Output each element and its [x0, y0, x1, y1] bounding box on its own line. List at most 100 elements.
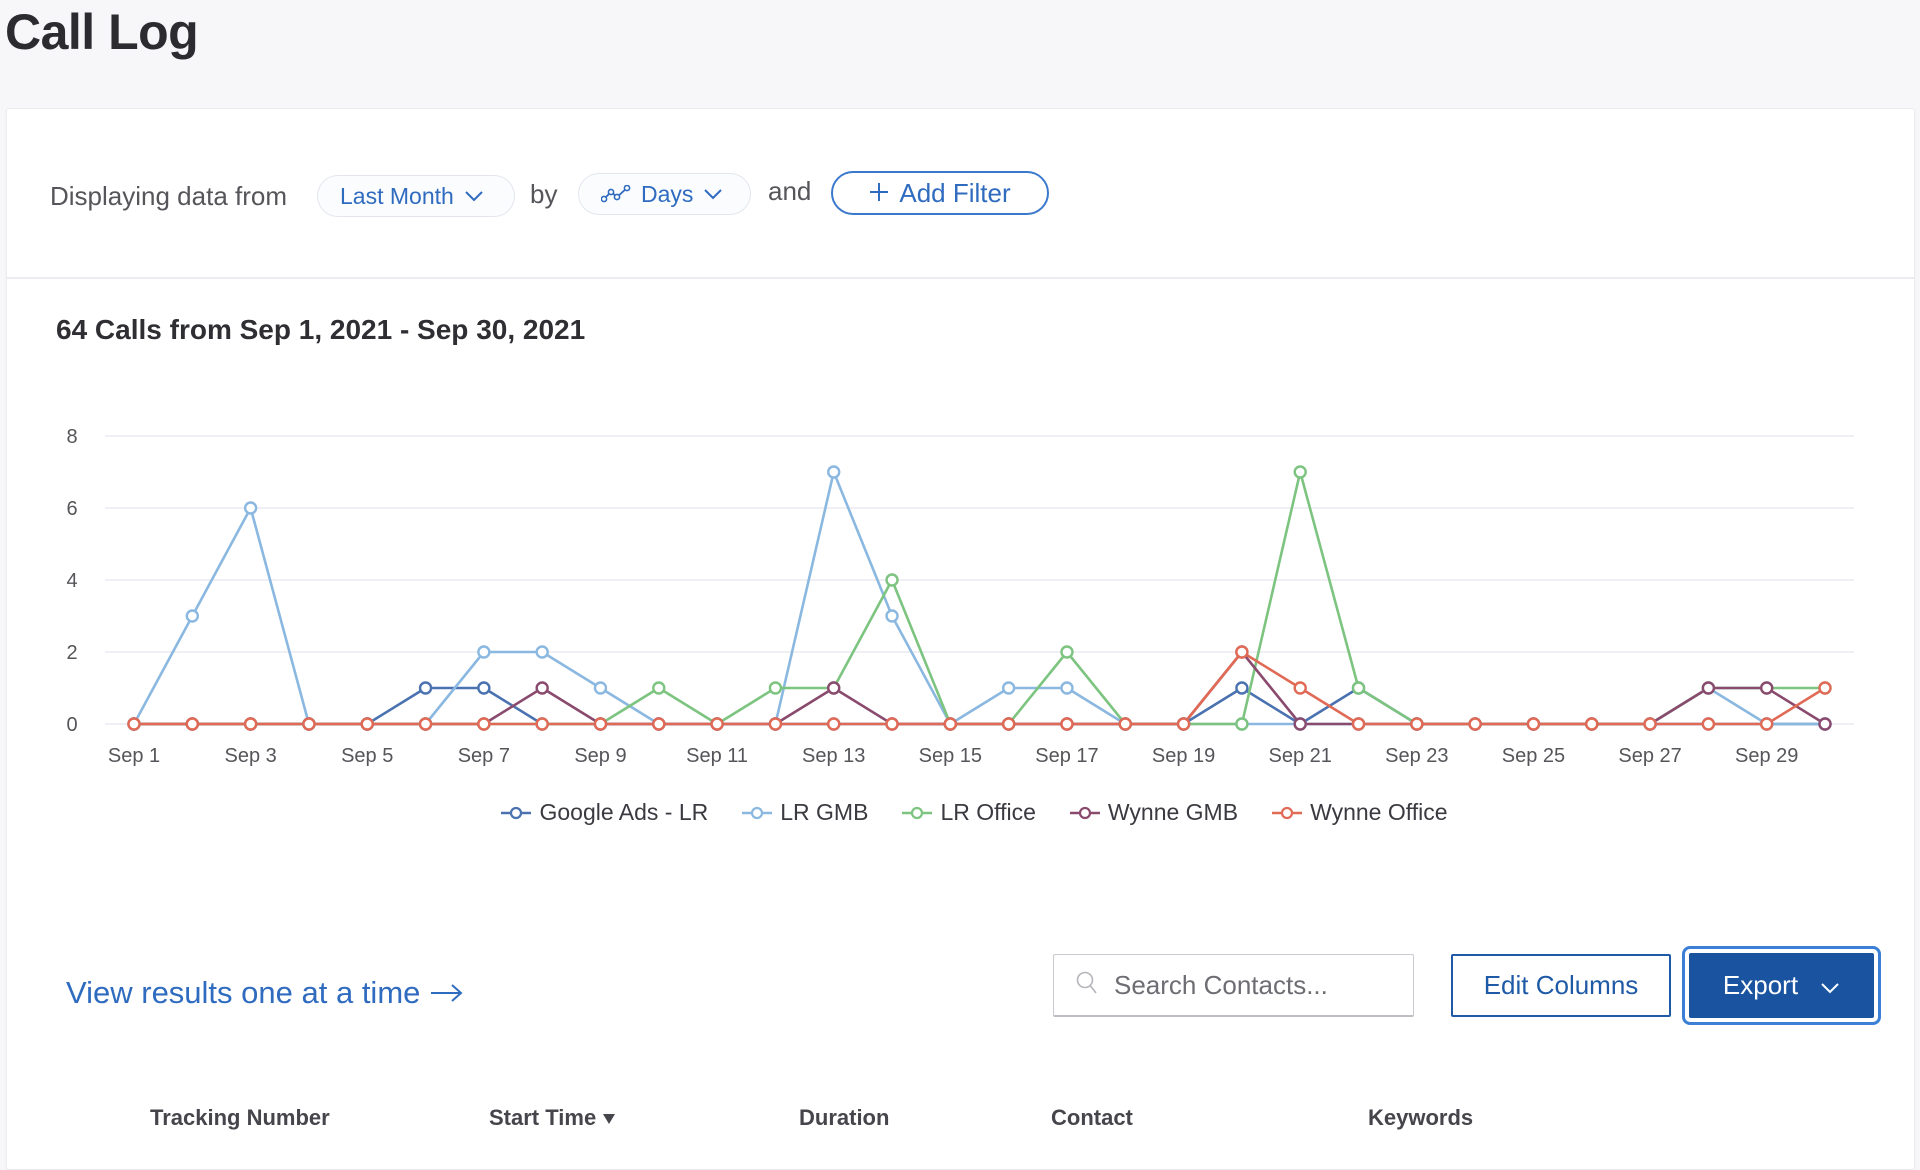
data-point: [1235, 645, 1249, 659]
column-header-label: Duration: [799, 1105, 890, 1130]
data-point: [827, 681, 841, 695]
data-point: [477, 645, 491, 659]
data-point: [1001, 717, 1016, 731]
data-point: [1060, 717, 1074, 731]
series-line-wynne-office: [134, 650, 1826, 726]
chevron-down-icon: [1820, 970, 1840, 1001]
column-header-label: Keywords: [1368, 1105, 1474, 1130]
data-point: [1235, 717, 1249, 731]
data-point: [1060, 681, 1074, 695]
x-tick-label: Sep 13: [802, 745, 865, 767]
legend-item[interactable]: Google Ads - LR: [501, 799, 708, 826]
legend-marker-icon: [902, 806, 933, 819]
data-point: [885, 573, 899, 587]
legend-item[interactable]: Wynne Office: [1272, 799, 1448, 826]
data-point: [418, 681, 433, 695]
data-point: [1585, 717, 1599, 731]
data-point: [1526, 717, 1541, 731]
chart-legend: Google Ads - LR LR GMB LR Office Wynne GMB W…: [7, 799, 1914, 826]
call-log-card: Displaying data from Last Month by Days: [6, 108, 1915, 1170]
legend-marker-icon: [1272, 806, 1303, 819]
legend-label: Google Ads - LR: [539, 799, 709, 825]
data-point: [1759, 681, 1774, 695]
series-line-lr-office: [134, 470, 1825, 726]
data-point: [1293, 717, 1307, 731]
x-tick-label: Sep 9: [574, 745, 626, 767]
legend-marker-icon: [742, 806, 773, 819]
data-point: [302, 717, 316, 731]
legend-label: Wynne GMB: [1107, 799, 1239, 825]
legend-marker-icon: [501, 806, 532, 819]
data-point: [768, 717, 783, 731]
view-results-one-at-a-time-link[interactable]: View results one at a time: [66, 975, 464, 1011]
column-header-tracking-number[interactable]: Tracking Number: [150, 1105, 330, 1131]
data-point: [1818, 681, 1832, 695]
export-label: Export: [1722, 970, 1799, 1000]
search-contacts-field[interactable]: [1053, 954, 1414, 1017]
arrow-right-icon: [430, 975, 464, 1011]
data-point: [1468, 717, 1482, 731]
legend-label: Wynne Office: [1310, 799, 1448, 825]
data-point: [1410, 717, 1424, 731]
data-point: [885, 717, 899, 731]
edit-columns-button[interactable]: Edit Columns: [1451, 954, 1671, 1017]
data-point: [1001, 681, 1016, 695]
data-point: [1643, 717, 1657, 731]
data-point: [710, 717, 724, 731]
data-point: [477, 717, 491, 731]
search-contacts-input[interactable]: [1112, 968, 1396, 1002]
x-tick-label: Sep 21: [1269, 745, 1332, 767]
data-point: [593, 717, 608, 731]
y-tick-label: 0: [66, 714, 77, 736]
data-point: [652, 717, 666, 731]
series-line-wynne-gmb: [134, 650, 1826, 726]
legend-item[interactable]: Wynne GMB: [1069, 799, 1239, 826]
y-tick-label: 6: [66, 498, 77, 520]
data-point: [1293, 681, 1307, 695]
data-point: [1060, 645, 1074, 659]
x-tick-label: Sep 3: [224, 745, 276, 767]
data-point: [1118, 717, 1132, 731]
column-header-contact[interactable]: Contact: [1051, 1105, 1133, 1131]
legend-item[interactable]: LR Office: [902, 799, 1036, 826]
x-tick-label: Sep 29: [1735, 745, 1798, 767]
data-point: [827, 717, 841, 731]
data-point: [1235, 681, 1249, 695]
column-header-duration[interactable]: Duration: [799, 1105, 889, 1131]
data-point: [1759, 717, 1774, 731]
column-header-start-time[interactable]: Start Time: [489, 1105, 616, 1131]
data-point: [943, 717, 958, 731]
x-tick-label: Sep 1: [108, 745, 160, 767]
data-point: [1351, 717, 1366, 731]
data-point: [1293, 465, 1307, 479]
search-icon: [1076, 971, 1098, 1000]
y-tick-label: 8: [66, 426, 77, 448]
legend-label: LR Office: [940, 799, 1036, 825]
x-tick-label: Sep 15: [919, 745, 982, 767]
x-tick-label: Sep 27: [1618, 745, 1681, 767]
data-point: [1351, 681, 1366, 695]
column-header-label: Contact: [1051, 1105, 1133, 1130]
legend-marker-icon: [1069, 806, 1100, 819]
data-point: [127, 717, 141, 731]
data-point: [593, 681, 608, 695]
data-point: [1818, 717, 1832, 731]
column-header-label: Tracking Number: [150, 1105, 330, 1130]
data-point: [185, 717, 200, 731]
view-results-label: View results one at a time: [66, 975, 421, 1010]
column-header-keywords[interactable]: Keywords: [1368, 1105, 1473, 1131]
data-point: [652, 681, 666, 695]
data-point: [243, 501, 258, 515]
x-tick-label: Sep 11: [686, 745, 748, 767]
data-point: [243, 717, 258, 731]
legend-item[interactable]: LR GMB: [742, 799, 868, 826]
data-point: [185, 609, 200, 623]
data-point: [477, 681, 491, 695]
sort-desc-icon: [602, 1105, 616, 1131]
data-point: [535, 717, 549, 731]
x-tick-label: Sep 23: [1385, 745, 1448, 767]
export-dropdown-button[interactable]: Export: [1689, 953, 1874, 1018]
y-tick-label: 4: [66, 570, 77, 592]
x-tick-label: Sep 25: [1502, 745, 1565, 767]
column-header-label: Start Time: [489, 1105, 597, 1130]
